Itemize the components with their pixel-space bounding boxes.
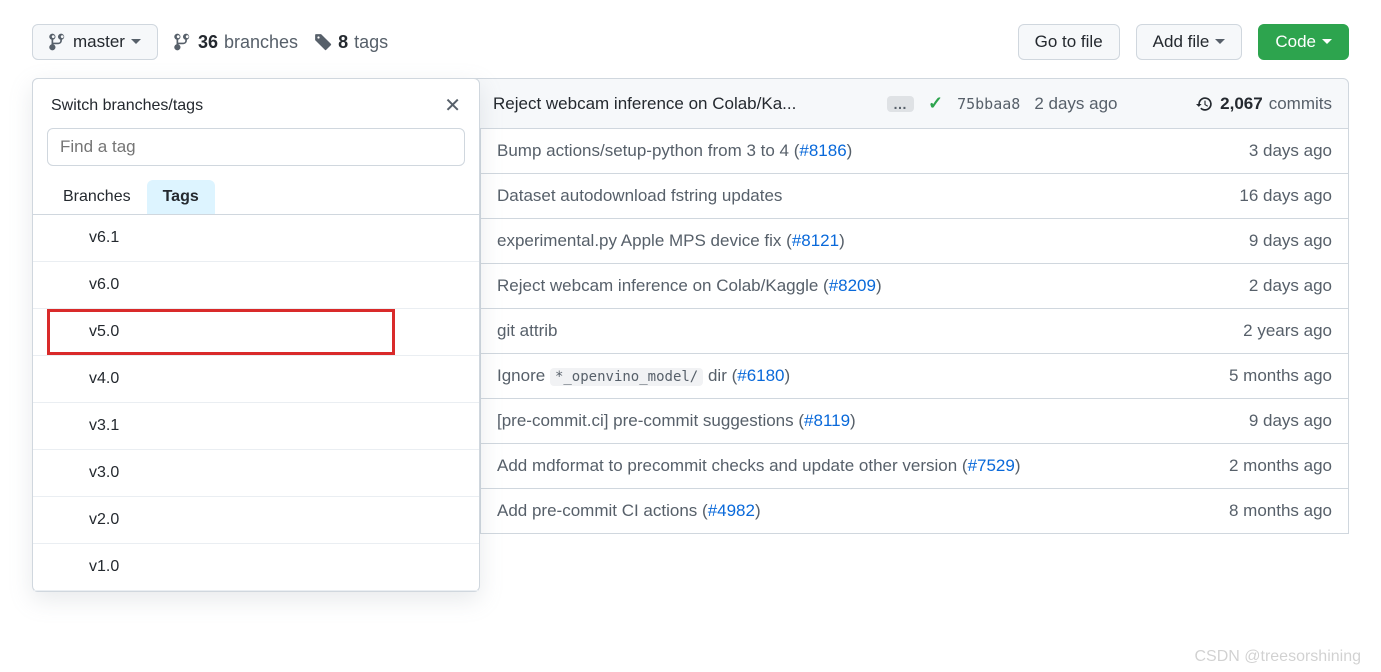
branch-tag-popover: Switch branches/tags ✕ Branches Tags v6.…: [32, 78, 480, 592]
file-row: Ignore *_openvino_model/ dir (#6180) 5 mo…: [480, 354, 1349, 399]
git-branch-icon: [49, 33, 67, 51]
issue-link[interactable]: #8209: [829, 276, 876, 295]
branch-selector-label: master: [73, 32, 125, 52]
more-button[interactable]: …: [887, 96, 914, 112]
row-time: 2 months ago: [1229, 456, 1332, 476]
file-row: Add mdformat to precommit checks and upd…: [480, 444, 1349, 489]
issue-link[interactable]: #8121: [792, 231, 839, 250]
latest-commit-title[interactable]: Reject webcam inference on Colab/Ka...: [493, 94, 873, 114]
commit-message[interactable]: Reject webcam inference on Colab/Kaggle …: [497, 276, 1233, 296]
row-time: 9 days ago: [1249, 231, 1332, 251]
branches-link[interactable]: 36 branches: [174, 32, 298, 53]
row-time: 16 days ago: [1239, 186, 1332, 206]
commit-message[interactable]: experimental.py Apple MPS device fix (#8…: [497, 231, 1233, 251]
add-file-button[interactable]: Add file: [1136, 24, 1243, 60]
tags-label: tags: [354, 32, 388, 53]
caret-down-icon: [131, 37, 141, 47]
file-row: Bump actions/setup-python from 3 to 4 (#…: [480, 129, 1349, 174]
tag-item[interactable]: v5.0: [33, 309, 479, 356]
issue-link[interactable]: #8119: [804, 411, 850, 430]
tab-tags[interactable]: Tags: [147, 180, 215, 214]
row-time: 2 years ago: [1243, 321, 1332, 341]
tag-search-input[interactable]: [47, 128, 465, 166]
commit-message[interactable]: [pre-commit.ci] pre-commit suggestions (…: [497, 411, 1233, 431]
row-time: 2 days ago: [1249, 276, 1332, 296]
file-row: experimental.py Apple MPS device fix (#8…: [480, 219, 1349, 264]
file-row: Reject webcam inference on Colab/Kaggle …: [480, 264, 1349, 309]
popover-title: Switch branches/tags: [51, 97, 203, 115]
tag-item[interactable]: v6.1: [33, 215, 479, 262]
commit-message[interactable]: Dataset autodownload fstring updates: [497, 186, 1223, 206]
tag-item[interactable]: v2.0: [33, 497, 479, 544]
commit-message[interactable]: Add mdformat to precommit checks and upd…: [497, 456, 1213, 476]
tag-icon: [314, 33, 332, 51]
commit-sha[interactable]: 75bbaa8: [957, 95, 1020, 113]
history-icon: [1196, 95, 1214, 113]
caret-down-icon: [1322, 37, 1332, 47]
commit-message[interactable]: Ignore *_openvino_model/ dir (#6180): [497, 366, 1213, 386]
row-time: 8 months ago: [1229, 501, 1332, 521]
file-row: Dataset autodownload fstring updates 16 d…: [480, 174, 1349, 219]
branches-count: 36: [198, 32, 218, 53]
go-to-file-button[interactable]: Go to file: [1018, 24, 1120, 60]
file-row: [pre-commit.ci] pre-commit suggestions (…: [480, 399, 1349, 444]
branch-selector-button[interactable]: master: [32, 24, 158, 60]
commit-message[interactable]: git attrib: [497, 321, 1227, 341]
tags-count: 8: [338, 32, 348, 53]
code-literal: *_openvino_model/: [550, 368, 703, 386]
commit-message[interactable]: Bump actions/setup-python from 3 to 4 (#…: [497, 141, 1233, 161]
row-time: 9 days ago: [1249, 411, 1332, 431]
tag-item[interactable]: v3.1: [33, 403, 479, 450]
row-time: 5 months ago: [1229, 366, 1332, 386]
issue-link[interactable]: #7529: [968, 456, 1015, 475]
tag-item[interactable]: v6.0: [33, 262, 479, 309]
repo-toolbar: master 36 branches 8 tags Go to file Add…: [32, 24, 1349, 60]
issue-link[interactable]: #4982: [708, 501, 755, 520]
tags-list: v6.1v6.0v5.0v4.0v3.1v3.0v2.0v1.0: [33, 215, 479, 591]
commit-message[interactable]: Add pre-commit CI actions (#4982): [497, 501, 1213, 521]
tags-link[interactable]: 8 tags: [314, 32, 388, 53]
tag-item[interactable]: v3.0: [33, 450, 479, 497]
git-branch-icon: [174, 33, 192, 51]
file-row: git attrib 2 years ago: [480, 309, 1349, 354]
issue-link[interactable]: #6180: [737, 366, 784, 385]
tag-item[interactable]: v4.0: [33, 356, 479, 403]
caret-down-icon: [1215, 37, 1225, 47]
commits-label: commits: [1269, 94, 1332, 114]
issue-link[interactable]: #8186: [799, 141, 846, 160]
tab-branches[interactable]: Branches: [47, 180, 147, 214]
row-time: 3 days ago: [1249, 141, 1332, 161]
branches-label: branches: [224, 32, 298, 53]
commits-count: 2,067: [1220, 94, 1263, 114]
close-icon[interactable]: ✕: [444, 93, 461, 118]
tag-item[interactable]: v1.0: [33, 544, 479, 591]
commit-time: 2 days ago: [1034, 94, 1117, 114]
watermark: CSDN @treesorshining: [1194, 648, 1361, 666]
commits-link[interactable]: 2,067 commits: [1196, 94, 1332, 114]
code-button[interactable]: Code: [1258, 24, 1349, 60]
file-row: Add pre-commit CI actions (#4982) 8 month…: [480, 489, 1349, 534]
check-icon[interactable]: ✓: [928, 93, 943, 114]
